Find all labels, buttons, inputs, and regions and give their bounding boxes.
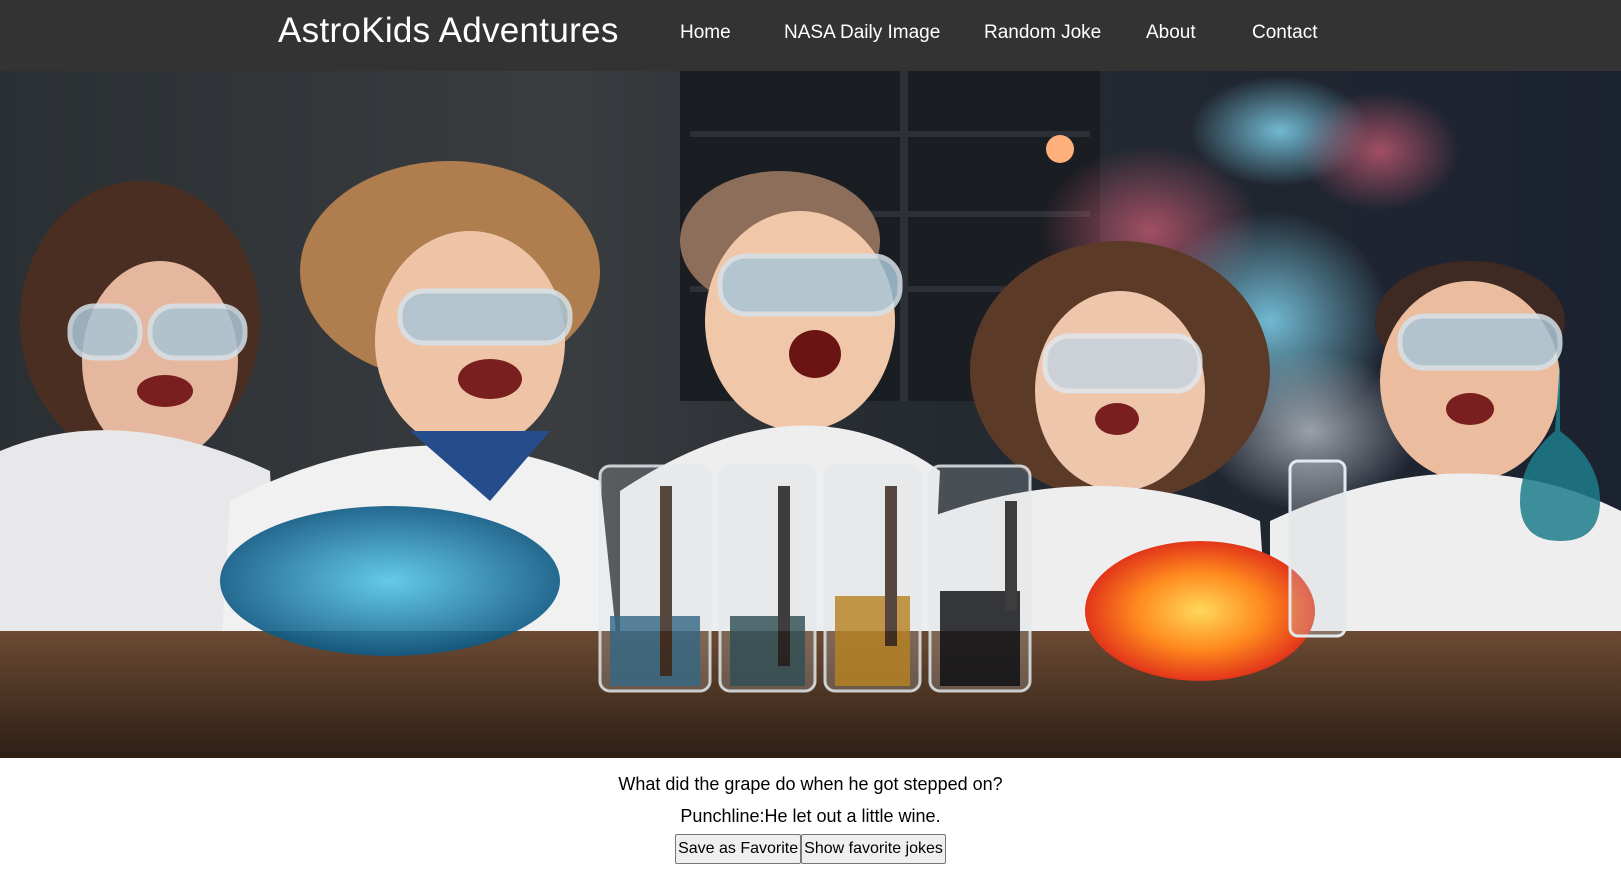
joke-setup-text: What did the grape do when he got steppe… [618,774,1003,794]
nav-link-nasa-daily-image[interactable]: NASA Daily Image [784,22,940,44]
save-favorite-button[interactable]: Save as Favorite [675,834,802,864]
joke-section: What did the grape do when he got steppe… [0,758,1621,871]
nav-link-contact[interactable]: Contact [1252,22,1317,44]
joke-punchline-text: Punchline:He let out a little wine. [680,806,941,826]
joke-actions: Save as Favorite Show favorite jokes [0,834,1621,864]
show-favorites-button[interactable]: Show favorite jokes [801,834,946,864]
hero-image [0,71,1621,758]
hero-illustration [0,71,1621,758]
site-title[interactable]: AstroKids Adventures [278,11,619,51]
nav-link-about[interactable]: About [1146,22,1196,44]
nav-link-home[interactable]: Home [680,22,731,44]
nav-link-random-joke[interactable]: Random Joke [984,22,1101,44]
top-navbar: AstroKids Adventures Home NASA Daily Ima… [0,0,1621,71]
